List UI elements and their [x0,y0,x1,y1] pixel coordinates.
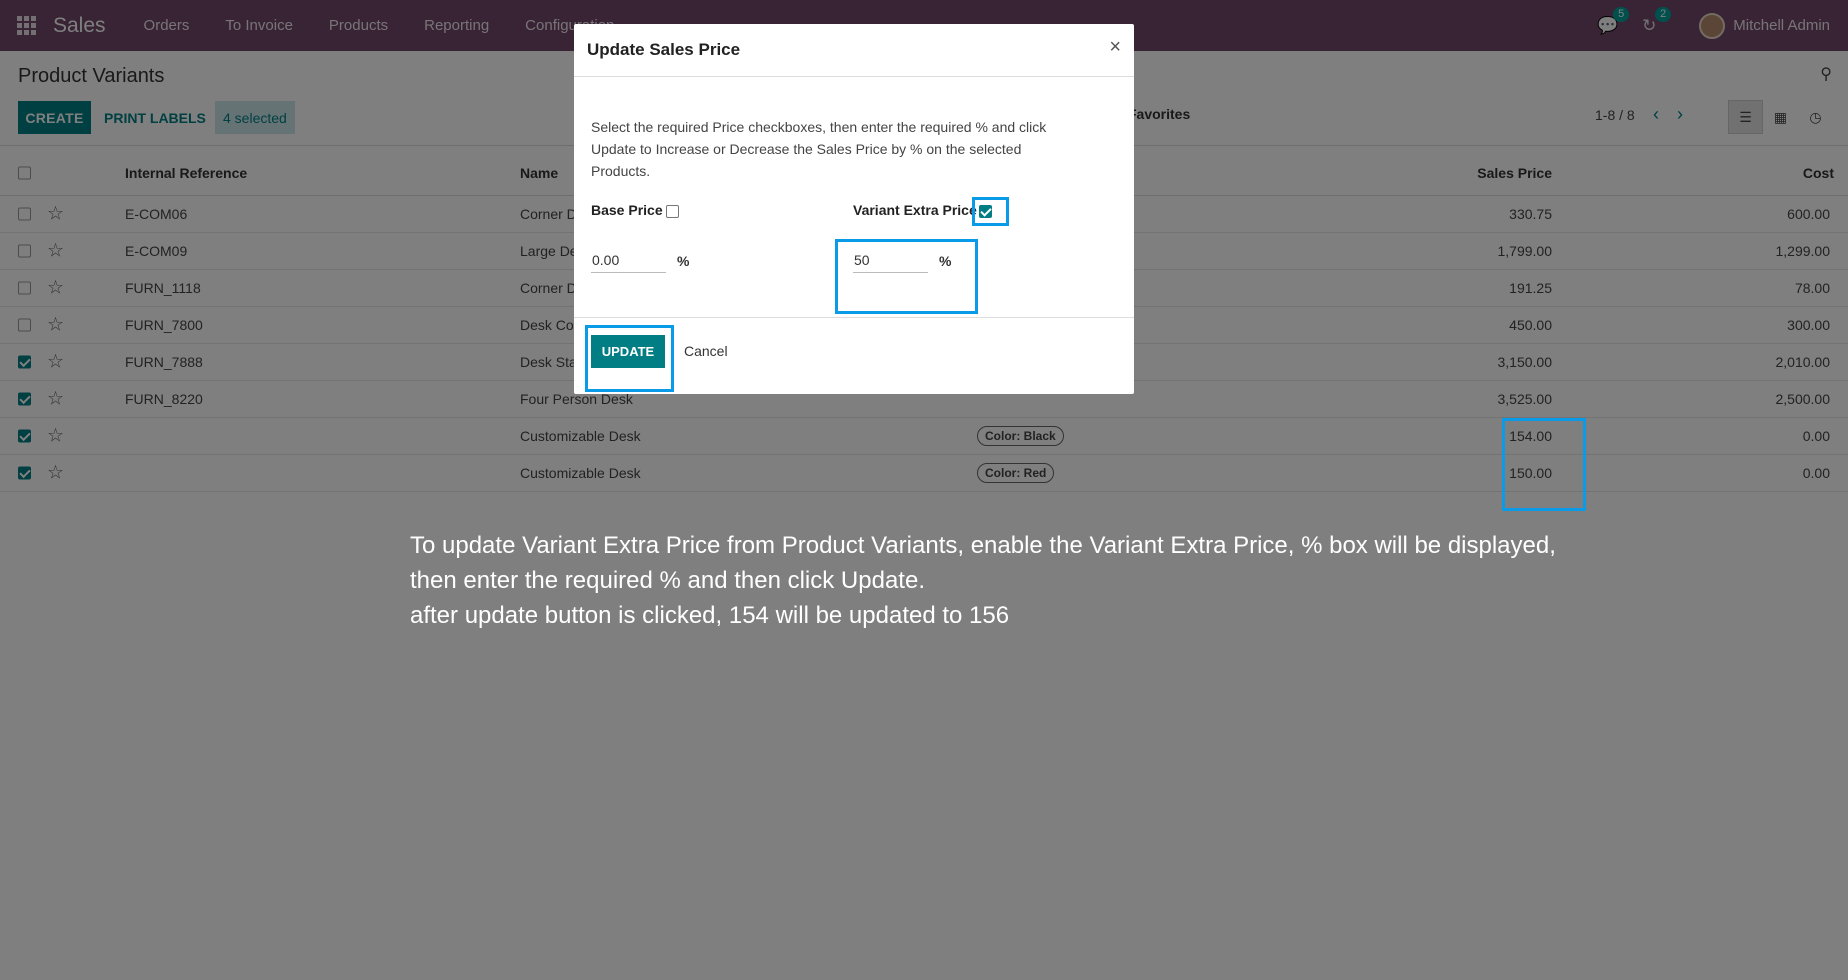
tutorial-annotation: To update Variant Extra Price from Produ… [410,528,1556,633]
divider [574,317,1134,318]
base-price-label: Base Price [591,202,663,218]
base-price-percent-sign: % [677,253,690,269]
modal-header: Update Sales Price × [574,24,1134,77]
highlight-sales-price-box [1502,418,1586,511]
base-price-checkbox[interactable] [666,205,679,218]
annotation-line-1: To update Variant Extra Price from Produ… [410,532,1556,559]
highlight-variant-input-box [835,239,978,314]
highlight-update-button-box [585,325,674,392]
highlight-variant-checkbox-box [972,197,1009,226]
annotation-line-3: after update button is clicked, 154 will… [410,602,1010,629]
base-price-percent-input[interactable] [591,247,666,273]
close-icon[interactable]: × [1109,36,1121,59]
modal-title: Update Sales Price [587,40,741,59]
variant-extra-price-label: Variant Extra Price [853,202,977,218]
cancel-button[interactable]: Cancel [684,343,728,359]
modal-description: Select the required Price checkboxes, th… [591,119,1047,179]
annotation-line-2: then enter the required % and then click… [410,567,925,594]
